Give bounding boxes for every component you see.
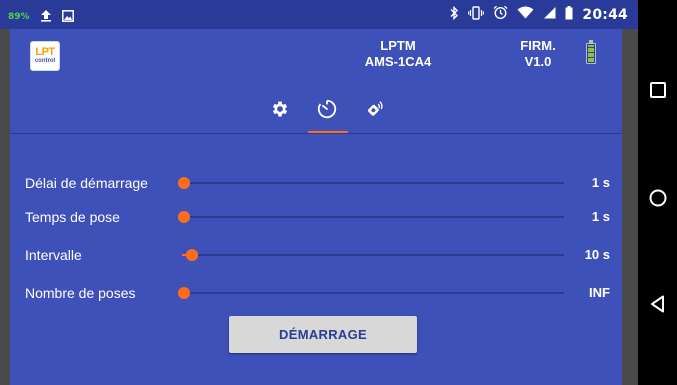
slider-row-shot-count: Nombre de poses INF bbox=[10, 279, 622, 307]
slider-thumb[interactable] bbox=[185, 249, 198, 261]
battery-percent: 89% bbox=[8, 11, 30, 22]
slider-value: INF bbox=[589, 285, 610, 300]
slider-label: Délai de démarrage bbox=[25, 175, 148, 191]
recents-icon bbox=[650, 82, 666, 98]
system-nav-bar bbox=[638, 0, 677, 385]
status-bar: 89% 20:44 bbox=[0, 0, 638, 29]
device-battery-level bbox=[588, 45, 594, 62]
vibrate-icon bbox=[468, 5, 485, 24]
slider-value: 1 s bbox=[591, 175, 610, 190]
app-logo: LPT control bbox=[30, 41, 60, 71]
home-icon bbox=[649, 189, 667, 207]
clock: 20:44 bbox=[582, 6, 628, 23]
app-body: LPT control LPTM AMS-1CA4 FIRM. V1.0 Dél… bbox=[10, 29, 622, 385]
slider-label: Nombre de poses bbox=[25, 285, 136, 301]
slider-row-exposure-time: Temps de pose 1 s bbox=[10, 203, 622, 231]
remote-icon bbox=[363, 98, 385, 125]
wifi-icon bbox=[517, 6, 534, 23]
tab-settings[interactable] bbox=[257, 89, 303, 133]
device-battery-icon bbox=[586, 40, 596, 64]
firmware-info: FIRM. V1.0 bbox=[516, 38, 560, 70]
firmware-version: V1.0 bbox=[524, 54, 552, 69]
slider-thumb[interactable] bbox=[178, 287, 190, 299]
slider-track[interactable] bbox=[182, 254, 564, 256]
slider-track[interactable] bbox=[182, 216, 564, 218]
tab-remote[interactable] bbox=[351, 89, 397, 133]
firmware-label: FIRM. bbox=[520, 38, 556, 53]
gear-icon bbox=[270, 99, 290, 124]
recents-button[interactable] bbox=[648, 80, 668, 100]
image-icon bbox=[61, 7, 74, 26]
app-logo-text: LPT bbox=[35, 46, 55, 58]
slider-label: Temps de pose bbox=[25, 209, 120, 225]
device-label: LPTM bbox=[380, 38, 416, 53]
signal-icon bbox=[543, 6, 556, 23]
device-id: AMS-1CA4 bbox=[364, 54, 432, 69]
slider-track[interactable] bbox=[182, 292, 564, 294]
home-button[interactable] bbox=[648, 188, 668, 208]
app-logo-subtext: control bbox=[34, 58, 56, 64]
slider-row-interval: Intervalle 10 s bbox=[10, 241, 622, 269]
device-info: LPTM AMS-1CA4 bbox=[360, 38, 436, 70]
timer-icon bbox=[316, 98, 338, 125]
app-frame: LPT control LPTM AMS-1CA4 FIRM. V1.0 Dél… bbox=[0, 29, 638, 385]
slider-value: 1 s bbox=[591, 209, 610, 224]
slider-value: 10 s bbox=[584, 247, 610, 262]
start-button[interactable]: DÉMARRAGE bbox=[229, 316, 417, 353]
slider-row-start-delay: Délai de démarrage 1 s bbox=[10, 169, 622, 197]
battery-status-icon bbox=[565, 5, 573, 24]
tab-bar bbox=[240, 89, 410, 134]
slider-thumb[interactable] bbox=[178, 211, 190, 223]
back-icon bbox=[651, 295, 664, 313]
header-divider bbox=[10, 133, 622, 134]
device-screen: 89% 20:44 LPT control LPTM AMS-1CA4 FIRM… bbox=[0, 0, 677, 385]
alarm-icon bbox=[493, 5, 508, 24]
slider-track[interactable] bbox=[182, 182, 564, 184]
slider-label: Intervalle bbox=[25, 247, 82, 263]
upload-icon bbox=[40, 7, 52, 26]
back-button[interactable] bbox=[648, 294, 668, 314]
tab-timer[interactable] bbox=[304, 89, 350, 133]
app-header: LPT control LPTM AMS-1CA4 FIRM. V1.0 bbox=[10, 29, 622, 134]
slider-thumb[interactable] bbox=[178, 177, 190, 189]
bluetooth-icon bbox=[449, 5, 459, 24]
